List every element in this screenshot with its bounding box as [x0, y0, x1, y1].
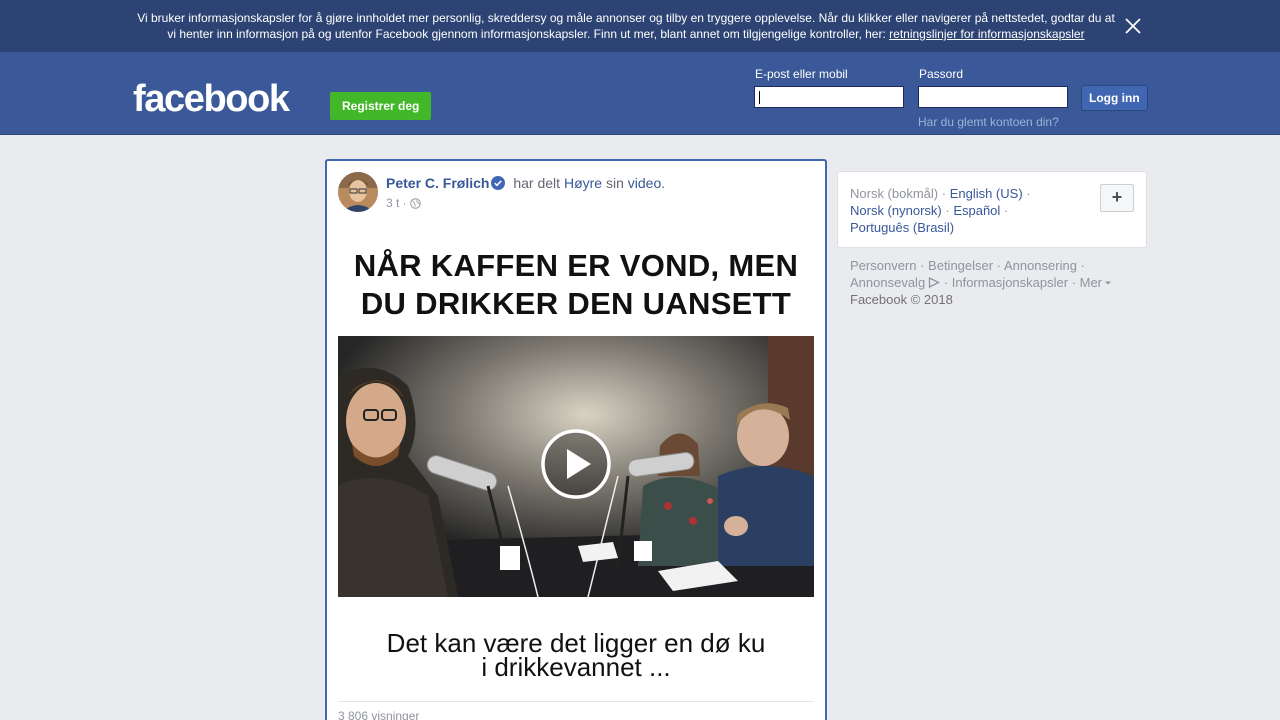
- avatar-image: [338, 172, 378, 212]
- footer-link-ad-choices[interactable]: Annonsevalg: [850, 275, 925, 290]
- footer-link-advertising[interactable]: Annonsering: [1004, 258, 1077, 273]
- lang-sep: ·: [938, 186, 950, 201]
- register-button[interactable]: Registrer deg: [330, 92, 432, 120]
- facebook-logo[interactable]: facebook: [133, 77, 290, 121]
- top-caption-line2: DU DRIKKER DEN UANSETT: [360, 286, 792, 321]
- copyright: Facebook © 2018: [850, 292, 953, 307]
- video-link[interactable]: video: [628, 175, 661, 191]
- cookie-message: Vi bruker informasjonskapsler for å gjør…: [130, 10, 1122, 42]
- lang-sep: ·: [1000, 203, 1009, 218]
- timestamp-link[interactable]: 3 t: [386, 196, 399, 210]
- period-text: .: [661, 175, 666, 191]
- current-language: Norsk (bokmål): [850, 186, 939, 201]
- footer-sep: ·: [940, 275, 952, 290]
- author-name-link[interactable]: Peter C. Frølich: [386, 175, 489, 191]
- video-player[interactable]: NÅR KAFFEN ER VOND, MEN DU DRIKKER DEN U…: [338, 221, 814, 701]
- more-languages-button[interactable]: +: [1100, 184, 1134, 212]
- post-card: Peter C. Frølich har delt Høyre sin vide…: [325, 159, 827, 720]
- cookie-banner: Vi bruker informasjonskapsler for å gjør…: [0, 0, 1280, 52]
- divider: [338, 701, 814, 702]
- language-portugues-brasil[interactable]: Português (Brasil): [850, 220, 954, 235]
- cookie-text-line1: Vi bruker informasjonskapsler for å gjør…: [137, 11, 1115, 25]
- video-frame[interactable]: [338, 336, 814, 597]
- post-meta: 3 t ·: [386, 196, 421, 210]
- page-link[interactable]: Høyre: [564, 175, 602, 191]
- language-english-us[interactable]: English (US): [950, 186, 1023, 201]
- ad-choices-icon: [929, 276, 941, 289]
- footer-sep: ·: [993, 258, 1004, 273]
- login-button[interactable]: Logg inn: [1082, 86, 1147, 110]
- cookie-policy-link[interactable]: retningslinjer for informasjonskapsler: [889, 27, 1084, 41]
- video-top-caption: NÅR KAFFEN ER VOND, MEN DU DRIKKER DEN U…: [338, 247, 814, 323]
- footer-sep: ·: [916, 258, 929, 273]
- view-count: 3 806 visninger: [338, 709, 420, 720]
- bottom-caption-line2: i drikkevannet ...: [481, 652, 671, 682]
- top-caption-line1: NÅR KAFFEN ER VOND, MEN: [353, 248, 799, 283]
- avatar[interactable]: [338, 172, 378, 212]
- lang-sep: ·: [1022, 186, 1031, 201]
- meta-separator: ·: [399, 196, 407, 210]
- language-espanol[interactable]: Español: [953, 203, 1000, 218]
- footer-sep: ·: [1068, 275, 1080, 290]
- video-bottom-caption: Det kan være det ligger en dø ku i drikk…: [338, 630, 814, 682]
- language-list: Norsk (bokmål) · English (US) · Norsk (n…: [850, 185, 1070, 236]
- footer-link-privacy[interactable]: Personvern: [850, 258, 916, 273]
- password-label: Passord: [919, 67, 964, 81]
- globe-icon: [409, 198, 421, 209]
- password-input[interactable]: [918, 86, 1068, 108]
- language-selector: Norsk (bokmål) · English (US) · Norsk (n…: [837, 171, 1147, 248]
- footer-link-more[interactable]: Mer: [1080, 275, 1102, 290]
- language-norsk-nynorsk[interactable]: Norsk (nynorsk): [850, 203, 942, 218]
- post-header: Peter C. Frølich har delt Høyre sin vide…: [386, 175, 665, 191]
- footer-link-terms[interactable]: Betingelser: [928, 258, 993, 273]
- footer-link-cookies[interactable]: Informasjonskapsler: [952, 275, 1068, 290]
- forgot-account-link[interactable]: Har du glemt kontoen din?: [918, 115, 1059, 129]
- email-input[interactable]: [754, 86, 904, 108]
- play-icon[interactable]: [540, 428, 612, 500]
- lang-sep: ·: [941, 203, 954, 218]
- shared-text: har delt: [509, 175, 564, 191]
- verified-badge-icon: [491, 176, 506, 190]
- close-icon[interactable]: [1122, 15, 1144, 37]
- possessive-text: sin: [602, 175, 628, 191]
- caret-down-icon[interactable]: [1104, 280, 1112, 286]
- footer-sep: ·: [1076, 258, 1085, 273]
- footer: Personvern · Betingelser · Annonsering ·…: [850, 257, 1140, 308]
- top-bar: facebook Registrer deg E-post eller mobi…: [0, 52, 1280, 135]
- cookie-text-line2: vi henter inn informasjon på og utenfor …: [167, 27, 890, 41]
- email-label: E-post eller mobil: [755, 67, 848, 81]
